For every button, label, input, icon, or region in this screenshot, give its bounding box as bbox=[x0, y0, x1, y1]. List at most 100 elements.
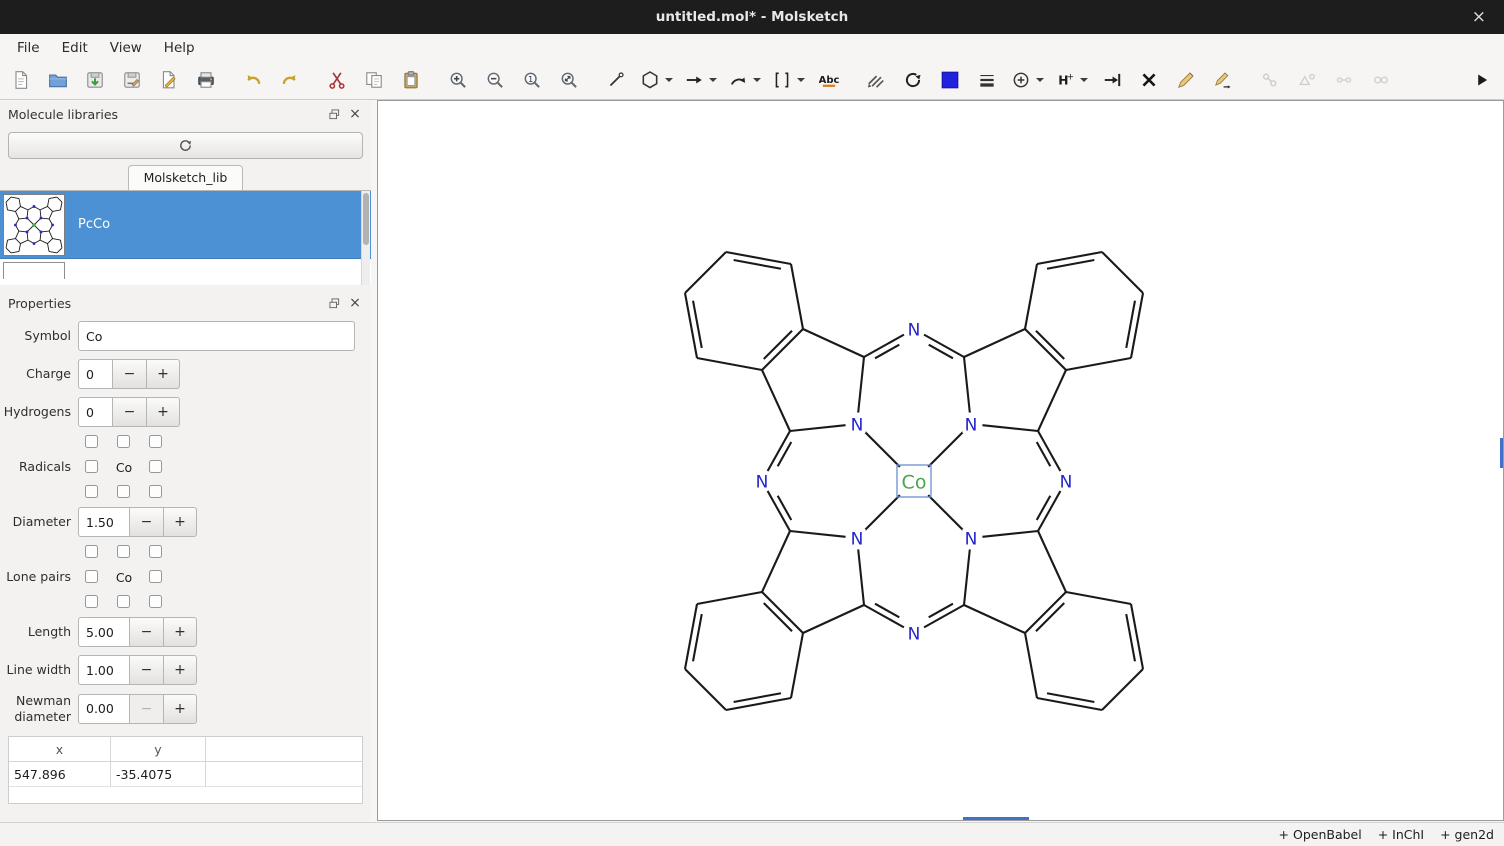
hydrogens-value[interactable]: 0 bbox=[78, 397, 112, 427]
dropdown-arrow-icon[interactable] bbox=[1080, 78, 1088, 82]
toolbar-button-print[interactable] bbox=[193, 66, 219, 94]
coordinates-data-row[interactable]: 547.896 -35.4075 bbox=[9, 762, 362, 787]
toolbar-button-copy[interactable] bbox=[361, 66, 387, 94]
menu-view[interactable]: View bbox=[99, 36, 153, 60]
toolbar-button-bracket[interactable] bbox=[772, 66, 805, 94]
symbol-input[interactable]: Co bbox=[78, 321, 355, 351]
library-scrollbar[interactable] bbox=[361, 191, 370, 285]
toolbar-button-zoom-original[interactable]: 1 bbox=[519, 66, 545, 94]
dropdown-arrow-icon[interactable] bbox=[709, 78, 717, 82]
toolbar-button-line-width[interactable] bbox=[974, 66, 1000, 94]
toolbar-button-open[interactable] bbox=[45, 66, 71, 94]
toolbar-button-toolbar-extension[interactable] bbox=[1468, 66, 1494, 94]
lone-pair-checkbox[interactable] bbox=[117, 545, 130, 558]
diameter-decrement-button[interactable]: − bbox=[129, 507, 163, 537]
dropdown-arrow-icon[interactable] bbox=[753, 78, 761, 82]
lone-pair-checkbox[interactable] bbox=[149, 570, 162, 583]
toolbar-button-cut[interactable] bbox=[324, 66, 350, 94]
toolbar-button-color[interactable] bbox=[937, 66, 963, 94]
toolbar-button-new[interactable] bbox=[8, 66, 34, 94]
toolbar-button-mechanism-tool-1[interactable] bbox=[1173, 66, 1199, 94]
drawing-canvas[interactable]: CoNNNNNNNN bbox=[377, 100, 1504, 821]
hydrogens-increment-button[interactable]: + bbox=[146, 397, 180, 427]
charge-value[interactable]: 0 bbox=[78, 359, 112, 389]
dropdown-arrow-icon[interactable] bbox=[1036, 78, 1044, 82]
radical-checkbox[interactable] bbox=[85, 435, 98, 448]
toolbar-button-mechanism-tool-2[interactable] bbox=[1210, 66, 1236, 94]
lone-pair-checkbox[interactable] bbox=[85, 570, 98, 583]
svg-text:N: N bbox=[965, 530, 978, 550]
lone-pair-checkbox[interactable] bbox=[149, 545, 162, 558]
coordinate-x-value[interactable]: 547.896 bbox=[9, 762, 111, 786]
toolbar-button-zoom-out[interactable] bbox=[482, 66, 508, 94]
line-width-increment-button[interactable]: + bbox=[163, 655, 197, 685]
properties-panel-close-button[interactable]: × bbox=[347, 295, 363, 311]
toolbar-button-rotate[interactable] bbox=[900, 66, 926, 94]
radical-checkbox[interactable] bbox=[117, 435, 130, 448]
length-value[interactable]: 5.00 bbox=[78, 617, 129, 647]
toolbar-button-reaction-arrow[interactable] bbox=[684, 66, 717, 94]
radical-checkbox[interactable] bbox=[117, 485, 130, 498]
toolbar-button-hatch[interactable] bbox=[863, 66, 889, 94]
toolbar-button-export[interactable] bbox=[156, 66, 182, 94]
toolbar-button-draw-bond[interactable] bbox=[603, 66, 629, 94]
toolbar-button-snap-align[interactable] bbox=[1099, 66, 1125, 94]
tab-molsketch-lib[interactable]: Molsketch_lib bbox=[128, 165, 244, 190]
curve-arrow-icon bbox=[728, 70, 748, 90]
toolbar-button-tool-disabled-4 bbox=[1368, 66, 1394, 94]
toolbar-button-delete[interactable] bbox=[1136, 66, 1162, 94]
bond-icon bbox=[606, 70, 626, 90]
diameter-increment-button[interactable]: + bbox=[163, 507, 197, 537]
radical-checkbox[interactable] bbox=[85, 460, 98, 473]
radical-checkbox[interactable] bbox=[149, 435, 162, 448]
library-refresh-button[interactable] bbox=[8, 132, 363, 159]
toolbar-button-paste[interactable] bbox=[398, 66, 424, 94]
newman-diameter-value[interactable]: 0.00 bbox=[78, 694, 129, 724]
molecule-drawing[interactable]: CoNNNNNNNN bbox=[378, 101, 1502, 820]
diameter-value[interactable]: 1.50 bbox=[78, 507, 129, 537]
radical-checkbox[interactable] bbox=[85, 485, 98, 498]
charge-decrement-button[interactable]: − bbox=[112, 359, 146, 389]
line-width-value[interactable]: 1.00 bbox=[78, 655, 129, 685]
toolbar-button-charge[interactable] bbox=[1011, 66, 1044, 94]
dropdown-arrow-icon[interactable] bbox=[665, 78, 673, 82]
library-item-next-partial[interactable] bbox=[0, 259, 371, 279]
toolbar-button-text[interactable]: Abc bbox=[816, 66, 842, 94]
library-item-pcco[interactable]: PcCo bbox=[0, 191, 371, 259]
lone-pair-checkbox[interactable] bbox=[149, 595, 162, 608]
hexagon-icon bbox=[640, 70, 660, 90]
length-decrement-button[interactable]: − bbox=[129, 617, 163, 647]
library-scrollbar-thumb[interactable] bbox=[363, 193, 369, 245]
coordinate-y-value[interactable]: -35.4075 bbox=[111, 762, 206, 786]
toolbar-button-save-as[interactable] bbox=[119, 66, 145, 94]
line-width-decrement-button[interactable]: − bbox=[129, 655, 163, 685]
toolbar-button-zoom-fit[interactable] bbox=[556, 66, 582, 94]
window-close-button[interactable]: × bbox=[1466, 0, 1492, 34]
library-panel-close-button[interactable]: × bbox=[347, 106, 363, 122]
toolbar-button-hydrogens[interactable]: H+ bbox=[1055, 66, 1088, 94]
length-increment-button[interactable]: + bbox=[163, 617, 197, 647]
menu-edit[interactable]: Edit bbox=[51, 36, 99, 60]
dropdown-arrow-icon[interactable] bbox=[797, 78, 805, 82]
canvas-hscroll-thumb[interactable] bbox=[963, 817, 1029, 820]
toolbar-button-zoom-in[interactable] bbox=[445, 66, 471, 94]
float-panel-icon[interactable] bbox=[325, 295, 343, 312]
hydrogens-decrement-button[interactable]: − bbox=[112, 397, 146, 427]
toolbar-button-redo[interactable] bbox=[277, 66, 303, 94]
charge-increment-button[interactable]: + bbox=[146, 359, 180, 389]
menu-file[interactable]: File bbox=[6, 36, 51, 60]
canvas-vscroll-thumb[interactable] bbox=[1500, 438, 1503, 468]
lone-pair-checkbox[interactable] bbox=[117, 595, 130, 608]
lone-pair-checkbox[interactable] bbox=[85, 545, 98, 558]
menu-help[interactable]: Help bbox=[153, 36, 206, 60]
toolbar-button-save[interactable] bbox=[82, 66, 108, 94]
toolbar-button-ring[interactable] bbox=[640, 66, 673, 94]
float-panel-icon[interactable] bbox=[325, 106, 343, 123]
toolbar-button-undo[interactable] bbox=[240, 66, 266, 94]
radical-checkbox[interactable] bbox=[149, 485, 162, 498]
newman-diameter-increment-button[interactable]: + bbox=[163, 694, 197, 724]
toolbar-button-curved-arrow[interactable] bbox=[728, 66, 761, 94]
lone-pair-checkbox[interactable] bbox=[85, 595, 98, 608]
radical-checkbox[interactable] bbox=[149, 460, 162, 473]
coordinates-table[interactable]: x y 547.896 -35.4075 bbox=[8, 736, 363, 804]
